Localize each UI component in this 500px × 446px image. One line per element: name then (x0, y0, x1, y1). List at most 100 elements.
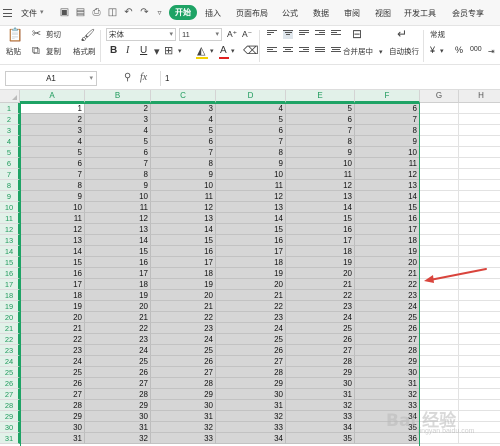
column-header-b[interactable]: B (85, 90, 151, 103)
cell-d21[interactable]: 24 (216, 323, 286, 334)
hamburger-menu-icon[interactable] (3, 9, 12, 17)
borders-dropdown-icon[interactable]: ▾ (178, 46, 182, 58)
wrap-text-icon[interactable]: ↵ (397, 28, 407, 40)
cell-b18[interactable]: 19 (85, 290, 151, 301)
cell-f16[interactable]: 21 (355, 268, 420, 279)
cell-e21[interactable]: 25 (286, 323, 355, 334)
cell-g14[interactable] (420, 246, 459, 257)
cell-a9[interactable]: 9 (20, 191, 85, 202)
cell-d3[interactable]: 6 (216, 125, 286, 136)
cell-g8[interactable] (420, 180, 459, 191)
cell-d22[interactable]: 25 (216, 334, 286, 345)
cell-c30[interactable]: 32 (151, 422, 216, 433)
cell-h23[interactable] (459, 345, 500, 356)
row-header[interactable]: 2 (0, 114, 20, 125)
cell-c12[interactable]: 14 (151, 224, 216, 235)
cell-d30[interactable]: 33 (216, 422, 286, 433)
column-header-f[interactable]: F (355, 90, 420, 103)
cell-g4[interactable] (420, 136, 459, 147)
save-icon[interactable]: ▣ (58, 6, 71, 19)
align-middle-icon[interactable] (283, 30, 293, 39)
cell-h21[interactable] (459, 323, 500, 334)
cell-f7[interactable]: 12 (355, 169, 420, 180)
cell-h18[interactable] (459, 290, 500, 301)
cell-e9[interactable]: 13 (286, 191, 355, 202)
cell-c22[interactable]: 24 (151, 334, 216, 345)
cell-b28[interactable]: 29 (85, 400, 151, 411)
cell-e7[interactable]: 11 (286, 169, 355, 180)
cell-h22[interactable] (459, 334, 500, 345)
cell-h25[interactable] (459, 367, 500, 378)
cell-c21[interactable]: 23 (151, 323, 216, 334)
cell-a15[interactable]: 15 (20, 257, 85, 268)
cell-g5[interactable] (420, 147, 459, 158)
cell-h19[interactable] (459, 301, 500, 312)
cell-b27[interactable]: 28 (85, 389, 151, 400)
cell-g6[interactable] (420, 158, 459, 169)
clear-format-icon[interactable]: ⌫ (243, 45, 259, 57)
cell-b31[interactable]: 32 (85, 433, 151, 444)
cell-b16[interactable]: 17 (85, 268, 151, 279)
cell-a16[interactable]: 16 (20, 268, 85, 279)
row-header[interactable]: 26 (0, 378, 20, 389)
cell-c11[interactable]: 13 (151, 213, 216, 224)
distributed-align-icon[interactable] (331, 47, 341, 56)
cell-d7[interactable]: 10 (216, 169, 286, 180)
cell-c13[interactable]: 15 (151, 235, 216, 246)
cell-h20[interactable] (459, 312, 500, 323)
merge-dropdown-icon[interactable]: ▾ (379, 47, 383, 59)
cell-e22[interactable]: 26 (286, 334, 355, 345)
cell-a31[interactable]: 31 (20, 433, 85, 444)
print-icon[interactable]: ⎙ (90, 6, 103, 19)
shrink-font-button[interactable]: A⁻ (242, 29, 252, 40)
cell-f17[interactable]: 22 (355, 279, 420, 290)
cell-a11[interactable]: 11 (20, 213, 85, 224)
cell-h7[interactable] (459, 169, 500, 180)
row-header[interactable]: 10 (0, 202, 20, 213)
cell-h11[interactable] (459, 213, 500, 224)
cell-a4[interactable]: 4 (20, 136, 85, 147)
cell-d20[interactable]: 23 (216, 312, 286, 323)
cell-e19[interactable]: 23 (286, 301, 355, 312)
scissors-icon[interactable]: ✂ (32, 28, 41, 40)
cell-g18[interactable] (420, 290, 459, 301)
cell-c9[interactable]: 11 (151, 191, 216, 202)
customize-toolbar-icon[interactable]: ▿ (153, 6, 166, 19)
cell-d23[interactable]: 26 (216, 345, 286, 356)
row-header[interactable]: 3 (0, 125, 20, 136)
cell-h3[interactable] (459, 125, 500, 136)
paste-icon[interactable]: 📋 (7, 28, 23, 41)
row-header[interactable]: 29 (0, 411, 20, 422)
cell-a23[interactable]: 23 (20, 345, 85, 356)
cell-a3[interactable]: 3 (20, 125, 85, 136)
cell-a25[interactable]: 25 (20, 367, 85, 378)
cell-c7[interactable]: 9 (151, 169, 216, 180)
cell-h13[interactable] (459, 235, 500, 246)
cell-g25[interactable] (420, 367, 459, 378)
cell-f15[interactable]: 20 (355, 257, 420, 268)
cell-e30[interactable]: 34 (286, 422, 355, 433)
align-right-icon[interactable] (299, 47, 309, 56)
cell-b7[interactable]: 8 (85, 169, 151, 180)
row-header[interactable]: 7 (0, 169, 20, 180)
cell-f27[interactable]: 32 (355, 389, 420, 400)
cell-a24[interactable]: 24 (20, 356, 85, 367)
indent-increase-icon[interactable] (331, 30, 341, 39)
copy-button[interactable]: 复制 (46, 46, 61, 57)
cell-h14[interactable] (459, 246, 500, 257)
font-color-dropdown-icon[interactable]: ▾ (231, 46, 235, 58)
cell-f24[interactable]: 29 (355, 356, 420, 367)
column-header-d[interactable]: D (216, 90, 286, 103)
cell-a10[interactable]: 10 (20, 202, 85, 213)
tab-view[interactable]: 视图 (375, 8, 391, 19)
zoom-search-icon[interactable]: ⚲ (124, 71, 131, 85)
row-header[interactable]: 18 (0, 290, 20, 301)
cell-a5[interactable]: 5 (20, 147, 85, 158)
tab-data[interactable]: 数据 (313, 8, 329, 19)
redo-icon[interactable]: ↷ (138, 6, 151, 19)
cell-f5[interactable]: 10 (355, 147, 420, 158)
cell-d28[interactable]: 31 (216, 400, 286, 411)
cell-b25[interactable]: 26 (85, 367, 151, 378)
cell-b14[interactable]: 15 (85, 246, 151, 257)
row-header[interactable]: 16 (0, 268, 20, 279)
